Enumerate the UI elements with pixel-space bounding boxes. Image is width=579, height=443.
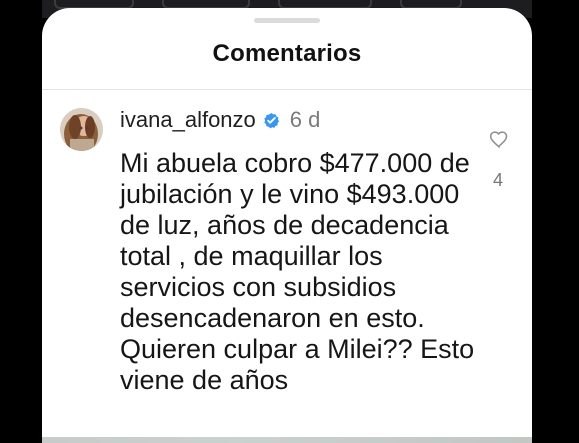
avatar-image-icon bbox=[60, 108, 103, 151]
comment-item: ivana_alfonzo 6 d Mi abuela cobro $477.0… bbox=[42, 106, 532, 436]
verified-badge-icon bbox=[264, 113, 279, 129]
heart-icon[interactable] bbox=[489, 130, 509, 150]
comment-author-row: ivana_alfonzo 6 d bbox=[120, 106, 320, 134]
comment-like-count: 4 bbox=[493, 170, 504, 190]
sheet-drag-handle[interactable] bbox=[254, 18, 320, 23]
sheet-title: Comentarios bbox=[212, 40, 362, 67]
avatar[interactable] bbox=[60, 108, 103, 151]
comment-username[interactable]: ivana_alfonzo bbox=[120, 107, 256, 133]
app-screen: Comentarios ivana_alfonzo 6 d Mi abuela … bbox=[0, 0, 579, 443]
comment-text: Mi abuela cobro $477.000 de jubilación y… bbox=[120, 148, 475, 395]
comment-like-area: 4 bbox=[485, 130, 515, 210]
header-divider bbox=[42, 89, 532, 90]
comment-age: 6 d bbox=[289, 107, 321, 132]
comments-sheet: Comentarios ivana_alfonzo 6 d Mi abuela … bbox=[42, 8, 532, 443]
bottom-edge bbox=[42, 437, 532, 443]
